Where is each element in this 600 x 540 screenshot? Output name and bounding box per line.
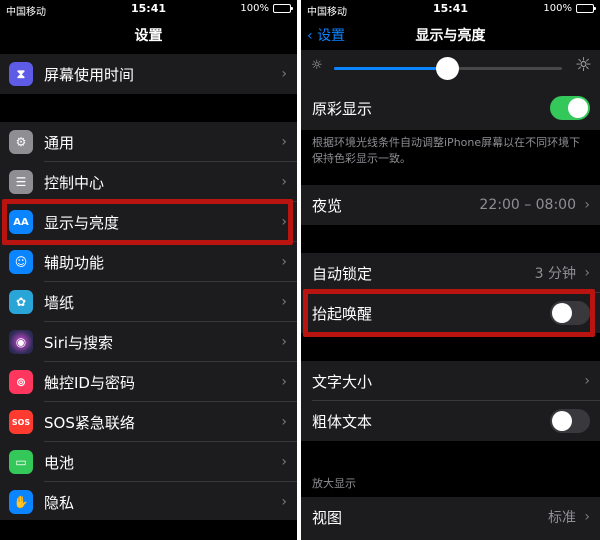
true-tone-label: 原彩显示 — [312, 99, 373, 118]
text-size-label: 文字大小 — [312, 372, 373, 391]
chevron-right-icon: › — [584, 373, 590, 389]
settings-item-label: 辅助功能 — [44, 253, 105, 272]
zoom-section-header: 放大显示 — [312, 477, 356, 490]
hourglass-icon: ⧗ — [9, 62, 33, 86]
battery-percent: 100% — [543, 3, 572, 14]
brightness-slider[interactable] — [334, 57, 562, 80]
settings-item-battery[interactable]: ▭ 电池 › — [0, 442, 297, 482]
switches-icon: ☰ — [9, 170, 33, 194]
chevron-right-icon: › — [281, 174, 287, 190]
fingerprint-icon: ⊚ — [9, 370, 33, 394]
chevron-right-icon: › — [281, 494, 287, 510]
text-size-row[interactable]: 文字大小 › — [301, 361, 600, 401]
chevron-right-icon: › — [281, 66, 287, 82]
auto-lock-row[interactable]: 自动锁定 3 分钟 › — [301, 253, 600, 293]
settings-item-general[interactable]: ⚙ 通用 › — [0, 122, 297, 162]
battery-icon — [576, 4, 596, 13]
page-title: 设置 — [134, 28, 163, 44]
raise-to-wake-toggle[interactable] — [550, 301, 590, 325]
accessibility-icon: ☺ — [9, 250, 33, 274]
battery-icon: ▭ — [9, 450, 33, 474]
nav-bar: ‹ 设置 显示与亮度 — [301, 18, 600, 50]
settings-item-sos[interactable]: SOS SOS紧急联络 › — [0, 402, 297, 442]
chevron-right-icon: › — [281, 414, 287, 430]
settings-item-privacy[interactable]: ✋ 隐私 › — [0, 482, 297, 522]
settings-item-label: 控制中心 — [44, 173, 105, 192]
chevron-right-icon: › — [584, 265, 590, 281]
settings-item-wallpaper[interactable]: ✿ 墙纸 › — [0, 282, 297, 322]
chevron-right-icon: › — [281, 254, 287, 270]
view-value: 标准 — [548, 510, 576, 526]
chevron-right-icon: › — [281, 334, 287, 350]
settings-item-label: 显示与亮度 — [44, 213, 120, 232]
siri-icon: ◉ — [9, 330, 33, 354]
night-shift-label: 夜览 — [312, 196, 343, 215]
settings-item-label: 墙纸 — [44, 293, 75, 312]
chevron-right-icon: › — [281, 454, 287, 470]
settings-item-label: 屏幕使用时间 — [44, 65, 135, 84]
sidebar-item-screen-time[interactable]: ⧗ 屏幕使用时间 › — [0, 54, 297, 94]
auto-lock-label: 自动锁定 — [312, 264, 373, 283]
chevron-right-icon: › — [281, 374, 287, 390]
brightness-thumb[interactable] — [436, 57, 459, 80]
settings-item-label: 触控ID与密码 — [44, 373, 135, 392]
sos-icon: SOS — [9, 410, 33, 434]
true-tone-toggle[interactable] — [550, 96, 590, 120]
bold-text-label: 粗体文本 — [312, 412, 373, 431]
settings-item-accessibility[interactable]: ☺ 辅助功能 › — [0, 242, 297, 282]
status-bar: 中国移动 15:41 100% — [301, 0, 600, 18]
sun-small-icon: ☼ — [311, 58, 323, 73]
status-bar: 中国移动 15:41 100% — [0, 0, 297, 18]
settings-item-siri[interactable]: ◉ Siri与搜索 › — [0, 322, 297, 362]
night-shift-row[interactable]: 夜览 22:00 – 08:00 › — [301, 185, 600, 225]
display-brightness-screen: 中国移动 15:41 100% ‹ 设置 显示与亮度 ☼ ☼ 原彩显示 根据环境… — [301, 0, 600, 540]
flower-icon: ✿ — [9, 290, 33, 314]
raise-to-wake-row: 抬起唤醒 — [301, 293, 600, 333]
page-title: 显示与亮度 — [415, 28, 486, 44]
true-tone-row: 原彩显示 — [301, 88, 600, 128]
bold-text-row: 粗体文本 — [301, 401, 600, 441]
settings-item-display-brightness[interactable]: AA 显示与亮度 › — [0, 202, 297, 242]
settings-item-label: SOS紧急联络 — [44, 413, 135, 432]
bold-text-toggle[interactable] — [550, 409, 590, 433]
raise-to-wake-label: 抬起唤醒 — [312, 304, 373, 323]
settings-item-touch-id[interactable]: ⊚ 触控ID与密码 › — [0, 362, 297, 402]
chevron-right-icon: › — [584, 197, 590, 213]
hand-icon: ✋ — [9, 490, 33, 514]
night-shift-value: 22:00 – 08:00 — [479, 197, 576, 213]
view-label: 视图 — [312, 508, 343, 527]
view-row[interactable]: 视图 标准 › — [301, 497, 600, 537]
battery-icon — [273, 4, 293, 13]
settings-item-label: Siri与搜索 — [44, 333, 114, 352]
chevron-right-icon: › — [281, 294, 287, 310]
chevron-right-icon: › — [281, 214, 287, 230]
text-size-icon: AA — [9, 210, 33, 234]
true-tone-description: 根据环境光线条件自动调整iPhone屏幕以在不同环境下保持色彩显示一致。 — [312, 136, 581, 165]
auto-lock-value: 3 分钟 — [534, 266, 576, 282]
settings-item-label: 电池 — [44, 453, 75, 472]
chevron-right-icon: › — [584, 509, 590, 525]
gear-icon: ⚙ — [9, 130, 33, 154]
settings-item-label: 通用 — [44, 133, 75, 152]
chevron-right-icon: › — [281, 134, 287, 150]
settings-item-label: 隐私 — [44, 493, 75, 512]
nav-bar: 设置 — [0, 18, 297, 50]
sun-large-icon: ☼ — [574, 54, 592, 76]
settings-screen: 中国移动 15:41 100% 设置 ⧗ 屏幕使用时间 › ⚙ 通用 › ☰ 控… — [0, 0, 297, 540]
battery-percent: 100% — [240, 3, 269, 14]
settings-item-control-center[interactable]: ☰ 控制中心 › — [0, 162, 297, 202]
